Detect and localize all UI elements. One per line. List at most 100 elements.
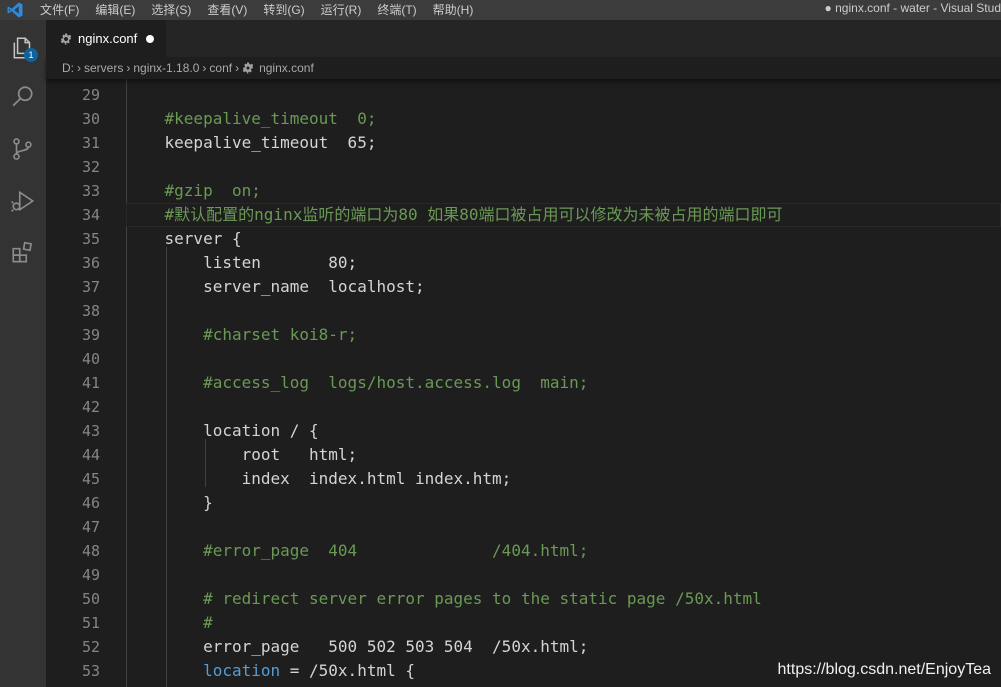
line-number: 49 [81, 566, 100, 584]
run-debug-button[interactable] [0, 177, 46, 225]
line-number: 37 [81, 278, 100, 296]
code-line[interactable]: index index.html index.htm; [126, 467, 512, 491]
vscode-logo-icon [7, 2, 23, 18]
code-text: server { [126, 229, 242, 248]
line-number: 33 [81, 182, 100, 200]
chevron-right-icon: › [126, 61, 131, 75]
explorer-badge: 1 [24, 48, 38, 62]
code-text: index index.html index.htm; [126, 469, 512, 488]
code-area[interactable]: #keepalive_timeout 0; keepalive_timeout … [126, 79, 1001, 687]
code-comment: #access_log logs/host.access.log main; [203, 373, 589, 392]
line-number: 30 [81, 110, 100, 128]
line-number: 40 [81, 350, 100, 368]
code-text: error_page 500 502 503 504 /50x.html; [126, 637, 589, 656]
line-number: 43 [81, 422, 100, 440]
gear-icon [60, 33, 72, 44]
menu-item[interactable]: 帮助(H) [433, 0, 482, 20]
code-line[interactable]: #charset koi8-r; [126, 323, 357, 347]
code-line[interactable]: server_name localhost; [126, 275, 425, 299]
breadcrumb: D: › servers › nginx-1.18.0 › conf › ngi… [46, 57, 1001, 79]
code-line[interactable]: #默认配置的nginx监听的端口为80 如果80端口被占用可以修改为未被占用的端… [126, 203, 1001, 227]
menu-item[interactable]: 选择(S) [151, 0, 199, 20]
line-number: 35 [81, 230, 100, 248]
code-line[interactable]: #keepalive_timeout 0; [126, 107, 377, 131]
code-line[interactable]: #access_log logs/host.access.log main; [126, 371, 588, 395]
line-number: 41 [81, 374, 100, 392]
source-control-button[interactable] [0, 125, 46, 173]
title-bar: 文件(F) 编辑(E) 选择(S) 查看(V) 转到(G) 运行(R) 终端(T) 帮助(H)… [0, 0, 1001, 20]
line-number: 47 [81, 518, 100, 536]
extensions-icon [12, 241, 33, 263]
code-line[interactable]: # redirect server error pages to the sta… [126, 587, 762, 611]
search-button[interactable] [0, 73, 46, 121]
code-line[interactable]: location / { [126, 419, 319, 443]
menu-item[interactable]: 查看(V) [207, 0, 255, 20]
code-line[interactable]: # [126, 611, 213, 635]
code-comment: # [203, 613, 213, 632]
run-debug-icon [11, 190, 35, 212]
unsaved-dot-icon[interactable] [146, 34, 155, 43]
code-editor[interactable]: 29 30 31 32 33 34 35 36 37 38 39 40 41 42 43 44 45 46 47 48… [46, 79, 1001, 687]
line-number: 42 [81, 398, 100, 416]
code-text: = /50x.html { [280, 661, 415, 680]
line-number: 31 [81, 134, 100, 152]
line-number: 39 [81, 326, 100, 344]
tab-label: nginx.conf [78, 31, 138, 46]
explorer-button[interactable]: 1 [0, 24, 46, 72]
code-comment: #keepalive_timeout 0; [164, 109, 377, 128]
source-control-icon [13, 138, 32, 160]
code-comment: #error_page 404 /404.html; [203, 541, 589, 560]
chevron-right-icon: › [202, 61, 207, 75]
code-text: listen 80; [126, 253, 358, 272]
breadcrumb-conf[interactable]: conf [209, 61, 232, 75]
breadcrumb-servers[interactable]: servers [84, 61, 123, 75]
code-line[interactable]: error_page 500 502 503 504 /50x.html; [126, 635, 588, 659]
line-number: 51 [81, 614, 100, 632]
code-text: server_name localhost; [126, 277, 425, 296]
tab-nginx-conf[interactable]: nginx.conf [46, 20, 166, 57]
chevron-right-icon: › [77, 61, 81, 75]
code-line[interactable]: #error_page 404 /404.html; [126, 539, 588, 563]
code-line[interactable]: keepalive_timeout 65; [126, 131, 377, 155]
line-number: 32 [81, 158, 100, 176]
code-comment: #charset koi8-r; [203, 325, 358, 344]
code-line[interactable]: #gzip on; [126, 179, 261, 203]
activity-bar: 1 [0, 20, 46, 687]
code-line[interactable]: location = /50x.html { [126, 659, 415, 683]
breadcrumb-nginx[interactable]: nginx-1.18.0 [133, 61, 199, 75]
menu-item[interactable]: 运行(R) [321, 0, 370, 20]
code-line[interactable]: } [126, 491, 213, 515]
code-text: root html; [126, 445, 358, 464]
breadcrumb-drive[interactable]: D: [62, 61, 74, 75]
gear-icon [242, 62, 254, 74]
menu-bar: 文件(F) 编辑(E) 选择(S) 查看(V) 转到(G) 运行(R) 终端(T) 帮助(H) [40, 0, 489, 20]
menu-item[interactable]: 转到(G) [263, 0, 312, 20]
code-line[interactable]: server { [126, 227, 242, 251]
code-keyword: location [203, 661, 281, 680]
menu-item[interactable]: 编辑(E) [95, 0, 143, 20]
line-number: 52 [81, 638, 100, 656]
menu-item[interactable]: 文件(F) [40, 0, 87, 20]
line-number: 53 [81, 662, 100, 680]
extensions-button[interactable] [0, 229, 46, 277]
watermark: https://blog.csdn.net/EnjoyTea [777, 661, 991, 678]
line-number: 44 [81, 446, 100, 464]
line-number: 36 [81, 254, 100, 272]
line-number: 46 [81, 494, 100, 512]
line-number: 50 [81, 590, 100, 608]
code-line[interactable]: listen 80; [126, 251, 357, 275]
menu-item[interactable]: 终端(T) [377, 0, 424, 20]
code-comment: # redirect server error pages to the sta… [203, 589, 762, 608]
breadcrumb-file[interactable]: nginx.conf [259, 61, 314, 75]
code-comment: #默认配置的nginx监听的端口为80 如果80端口被占用可以修改为未被占用的端… [164, 205, 783, 224]
chevron-right-icon: › [235, 61, 240, 75]
code-line[interactable]: root html; [126, 443, 358, 467]
line-number: 29 [81, 86, 100, 104]
